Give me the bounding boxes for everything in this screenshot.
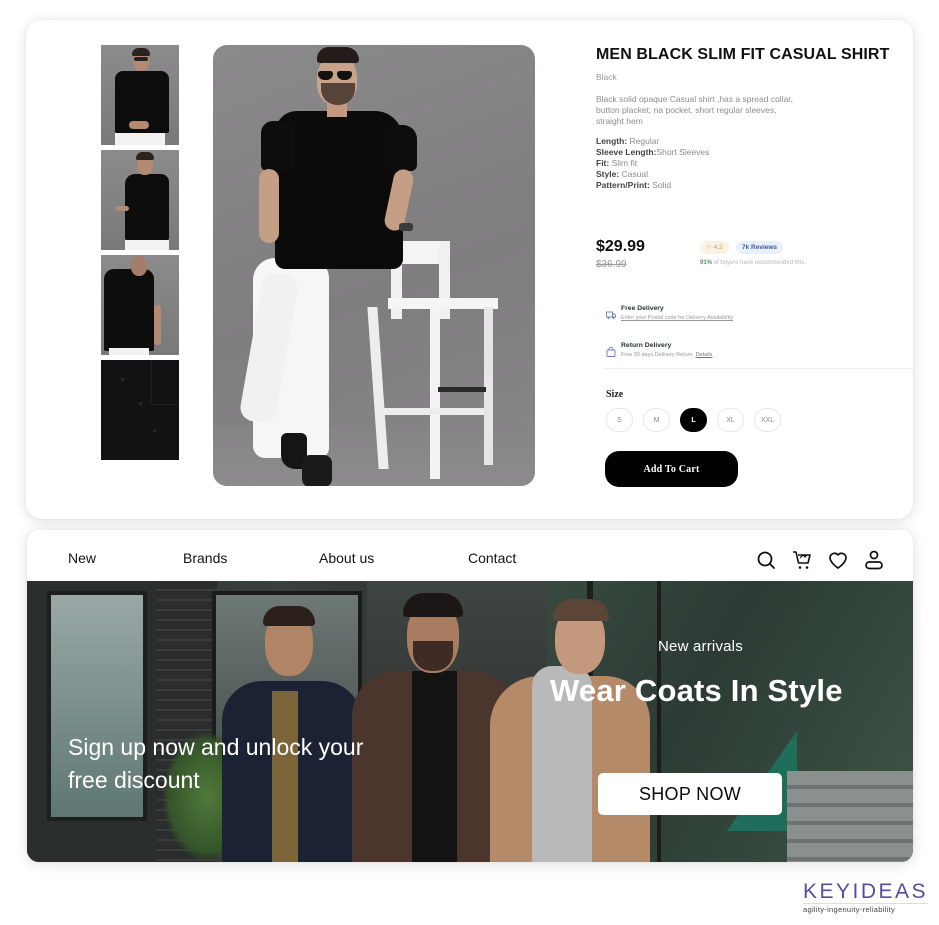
heart-icon[interactable]: [827, 549, 849, 571]
product-color: Black: [596, 72, 617, 82]
hero-title: Wear Coats In Style: [550, 673, 843, 708]
add-to-cart-button[interactable]: Add To Cart: [605, 451, 738, 487]
size-option-s[interactable]: S: [606, 408, 633, 432]
nav-link-brands[interactable]: Brands: [183, 550, 227, 566]
size-option-xxl[interactable]: XXL: [754, 408, 781, 432]
spec-label: Style: [596, 169, 617, 179]
spec-row: Sleeve Length:Short Sleeves: [596, 147, 896, 158]
spec-label: Pattern/Print: [596, 180, 648, 190]
size-option-m[interactable]: M: [643, 408, 670, 432]
nav-link-new[interactable]: New: [68, 550, 96, 566]
return-delivery-text: Free 30 days Delivery Return. Details: [621, 352, 913, 358]
thumbnail-list: [101, 45, 179, 465]
recommend-label: of buyers have recommended this.: [712, 260, 806, 266]
nav-link-about-us[interactable]: About us: [319, 550, 374, 566]
price-section: $29.99 $36.99 ☆ 4.2 7k Reviews 91% of bu…: [596, 238, 896, 278]
brand-name: KEYIDEAS: [803, 880, 929, 903]
thumbnail-side-pose[interactable]: [101, 150, 179, 250]
truck-icon: [606, 307, 616, 319]
product-title: MEN BLACK SLIM FIT CASUAL SHIRT: [596, 46, 890, 63]
size-label: Size: [606, 389, 624, 400]
spec-value: Solid: [652, 180, 672, 190]
spec-row: Length: Regular: [596, 136, 896, 147]
cart-icon[interactable]: [791, 549, 813, 571]
rating-badge[interactable]: ☆ 4.2: [700, 241, 729, 254]
free-delivery: Free Delivery Enter your Postal code for…: [604, 305, 913, 342]
star-icon: ☆: [706, 244, 712, 251]
nav-icon-group: [755, 549, 885, 571]
spec-value: Casual: [621, 169, 648, 179]
thumbnail-back-view[interactable]: [101, 255, 179, 355]
hero-subtitle: New arrivals: [658, 638, 743, 655]
spec-row: Style: Casual: [596, 169, 896, 180]
spec-row: Fit: Slim fit: [596, 158, 896, 169]
spec-value: Short Sleeves: [656, 147, 710, 157]
reviews-badge[interactable]: 7k Reviews: [736, 241, 784, 254]
search-icon[interactable]: [755, 549, 777, 571]
return-delivery: Return Delivery Free 30 days Delivery Re…: [604, 342, 913, 379]
product-main-image: [213, 45, 535, 486]
size-option-l[interactable]: L: [680, 408, 707, 432]
product-specs: Length: Regular Sleeve Length:Short Slee…: [596, 136, 896, 191]
spec-value: Slim fit: [611, 158, 638, 168]
size-option-xl[interactable]: XL: [717, 408, 744, 432]
thumbnail-front-seated[interactable]: [101, 45, 179, 145]
spec-value: Regular: [629, 136, 660, 146]
spec-label: Length: [596, 136, 625, 146]
spec-row: Pattern/Print: Solid: [596, 180, 896, 191]
return-sub: Free 30 days Delivery Return.: [621, 352, 696, 358]
spec-label: Fit: [596, 158, 607, 168]
free-delivery-title: Free Delivery: [621, 305, 664, 312]
nav-link-contact[interactable]: Contact: [468, 550, 516, 566]
size-selector: S M L XL XXL: [606, 408, 781, 432]
spec-label: Sleeve Length: [596, 147, 654, 157]
divider: [604, 368, 913, 369]
recommendation-text: 91% of buyers have recommended this.: [700, 260, 806, 266]
thumbnail-fabric-closeup[interactable]: [101, 360, 179, 460]
bag-icon: [606, 344, 616, 357]
hero-banner: New arrivals Wear Coats In Style Sign up…: [27, 581, 913, 862]
delivery-info: Free Delivery Enter your Postal code for…: [604, 305, 913, 379]
product-description: Black solid opaque Casual shirt ,has a s…: [596, 94, 794, 126]
rating-value: 4.2: [713, 244, 723, 251]
product-details: MEN BLACK SLIM FIT CASUAL SHIRT Black Bl…: [596, 45, 896, 191]
product-detail-card: MEN BLACK SLIM FIT CASUAL SHIRT Black Bl…: [26, 20, 913, 519]
postal-code-link[interactable]: Enter your Postal code for Delivery Avai…: [621, 315, 913, 321]
shop-now-button[interactable]: SHOP NOW: [598, 773, 782, 815]
top-navigation: New Brands About us Contact: [27, 530, 913, 581]
details-link[interactable]: Details: [696, 352, 713, 358]
user-icon[interactable]: [863, 549, 885, 571]
signup-promo-text: Sign up now and unlock your free discoun…: [68, 734, 364, 793]
return-delivery-title: Return Delivery: [621, 342, 672, 349]
store-banner-card: New Brands About us Contact New arrivals…: [27, 530, 913, 862]
recommend-percent: 91%: [700, 260, 713, 266]
brand-tagline: agility-ingenuity-reliability: [803, 903, 929, 914]
brand-logo: KEYIDEAS agility-ingenuity-reliability: [803, 880, 929, 914]
